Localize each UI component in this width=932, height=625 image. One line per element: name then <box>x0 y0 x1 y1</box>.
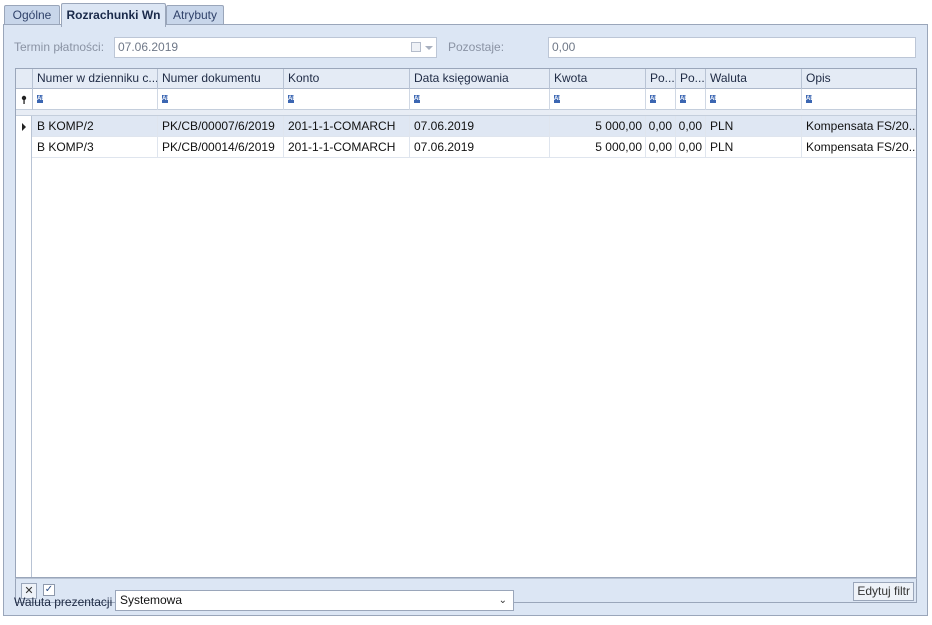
abc-filter-glyph: ABC <box>414 95 427 103</box>
filter-cell[interactable]: ABC <box>284 89 410 110</box>
filter-cell[interactable]: ABC <box>676 89 706 110</box>
abc-filter-icon: ABC <box>162 95 175 104</box>
cell-numer-dziennik[interactable]: B KOMP/3 <box>33 137 158 158</box>
pin-icon <box>21 95 27 104</box>
abc-filter-glyph: ABC <box>554 95 567 103</box>
column-header-numer-dokumentu[interactable]: Numer dokumentu <box>158 69 284 89</box>
tab-content-panel: Termin płatności: 07.06.2019 Pozostaje: … <box>3 24 928 616</box>
tab-label: Ogólne <box>12 8 52 22</box>
column-header-kwota[interactable]: Kwota <box>550 69 646 89</box>
filter-row-indicator <box>16 89 33 110</box>
abc-filter-icon: ABC <box>710 95 723 104</box>
termin-platnosci-field[interactable]: 07.06.2019 <box>114 37 437 58</box>
abc-filter-glyph: ABC <box>806 95 819 103</box>
abc-filter-glyph: ABC <box>650 95 663 103</box>
waluta-prezentacji-label: Waluta prezentacji <box>14 595 113 609</box>
rozrachunki-grid: Numer w dzienniku c... Numer dokumentu K… <box>15 68 917 578</box>
termin-platnosci-value: 07.06.2019 <box>118 40 179 54</box>
abc-filter-glyph: ABC <box>162 95 175 103</box>
column-header-data-ksiegowania[interactable]: Data księgowania <box>410 69 550 89</box>
row-indicator <box>16 116 32 137</box>
cell-kwota[interactable]: 5 000,00 <box>550 116 646 137</box>
tab-label: Rozrachunki Wn <box>66 8 161 22</box>
tab-rozrachunki-wn[interactable]: Rozrachunki Wn <box>61 3 166 27</box>
current-row-arrow-icon <box>22 123 26 131</box>
filter-cell[interactable]: ABC <box>646 89 676 110</box>
row-indicator <box>16 137 32 158</box>
column-header-waluta[interactable]: Waluta <box>706 69 802 89</box>
edit-filter-button[interactable]: Edytuj filtr <box>853 582 914 601</box>
tab-label: Atrybuty <box>172 8 217 22</box>
cell-konto[interactable]: 201-1-1-COMARCH <box>284 137 410 158</box>
abc-filter-glyph: ABC <box>37 95 50 103</box>
cell-opis[interactable]: Kompensata FS/20... <box>802 116 916 137</box>
cell-numer-dokumentu[interactable]: PK/CB/00007/6/2019 <box>158 116 284 137</box>
pozostaje-field[interactable]: 0,00 <box>548 37 916 58</box>
abc-filter-glyph: ABC <box>680 95 693 103</box>
column-header-opis[interactable]: Opis <box>802 69 916 89</box>
cell-numer-dokumentu[interactable]: PK/CB/00014/6/2019 <box>158 137 284 158</box>
cell-waluta[interactable]: PLN <box>706 116 802 137</box>
abc-filter-icon: ABC <box>554 95 567 104</box>
cell-numer-dziennik[interactable]: B KOMP/2 <box>33 116 158 137</box>
abc-filter-icon: ABC <box>650 95 663 104</box>
cell-data-ksiegowania[interactable]: 07.06.2019 <box>410 116 550 137</box>
calendar-icon[interactable] <box>411 42 421 52</box>
checkmark-icon: ✓ <box>44 584 54 595</box>
grid-header: Numer w dzienniku c... Numer dokumentu K… <box>16 69 916 89</box>
column-header-po-2[interactable]: Po... <box>676 69 706 89</box>
cell-opis[interactable]: Kompensata FS/20... <box>802 137 916 158</box>
waluta-prezentacji-value: Systemowa <box>120 593 183 607</box>
table-row[interactable]: B KOMP/2 PK/CB/00007/6/2019 201-1-1-COMA… <box>16 116 916 137</box>
abc-filter-icon: ABC <box>288 95 301 104</box>
cell-po-1[interactable]: 0,00 <box>646 137 676 158</box>
cell-data-ksiegowania[interactable]: 07.06.2019 <box>410 137 550 158</box>
cell-konto[interactable]: 201-1-1-COMARCH <box>284 116 410 137</box>
column-header-numer-dziennik[interactable]: Numer w dzienniku c... <box>33 69 158 89</box>
cell-kwota[interactable]: 5 000,00 <box>550 137 646 158</box>
waluta-prezentacji-select[interactable]: Systemowa ⌄ <box>115 590 514 611</box>
chevron-down-icon: ⌄ <box>498 595 507 606</box>
chevron-down-icon[interactable] <box>425 46 433 50</box>
cell-waluta[interactable]: PLN <box>706 137 802 158</box>
cell-po-1[interactable]: 0,00 <box>646 116 676 137</box>
filter-cell[interactable]: ABC <box>410 89 550 110</box>
header-indicator-cell <box>16 69 33 89</box>
column-header-po-1[interactable]: Po... <box>646 69 676 89</box>
tab-atrybuty[interactable]: Atrybuty <box>166 5 224 26</box>
filter-cell[interactable]: ABC <box>158 89 284 110</box>
tab-ogolne[interactable]: Ogólne <box>4 5 60 26</box>
filter-cell[interactable]: ABC <box>33 89 158 110</box>
filter-cell[interactable]: ABC <box>802 89 916 110</box>
filter-cell[interactable]: ABC <box>706 89 802 110</box>
cell-po-2[interactable]: 0,00 <box>676 116 706 137</box>
pozostaje-label: Pozostaje: <box>448 40 505 54</box>
abc-filter-icon: ABC <box>37 95 50 104</box>
cell-po-2[interactable]: 0,00 <box>676 137 706 158</box>
table-row[interactable]: B KOMP/3 PK/CB/00014/6/2019 201-1-1-COMA… <box>16 137 916 158</box>
abc-filter-icon: ABC <box>414 95 427 104</box>
abc-filter-glyph: ABC <box>710 95 723 103</box>
filter-row: ABC ABC ABC ABC ABC ABC ABC ABC ABC <box>16 89 916 110</box>
abc-filter-glyph: ABC <box>288 95 301 103</box>
row-indicator-column <box>16 158 32 577</box>
pozostaje-value: 0,00 <box>552 40 576 54</box>
termin-platnosci-label: Termin płatności: <box>14 40 105 54</box>
filter-cell[interactable]: ABC <box>550 89 646 110</box>
column-header-konto[interactable]: Konto <box>284 69 410 89</box>
abc-filter-icon: ABC <box>680 95 693 104</box>
abc-filter-icon: ABC <box>806 95 819 104</box>
